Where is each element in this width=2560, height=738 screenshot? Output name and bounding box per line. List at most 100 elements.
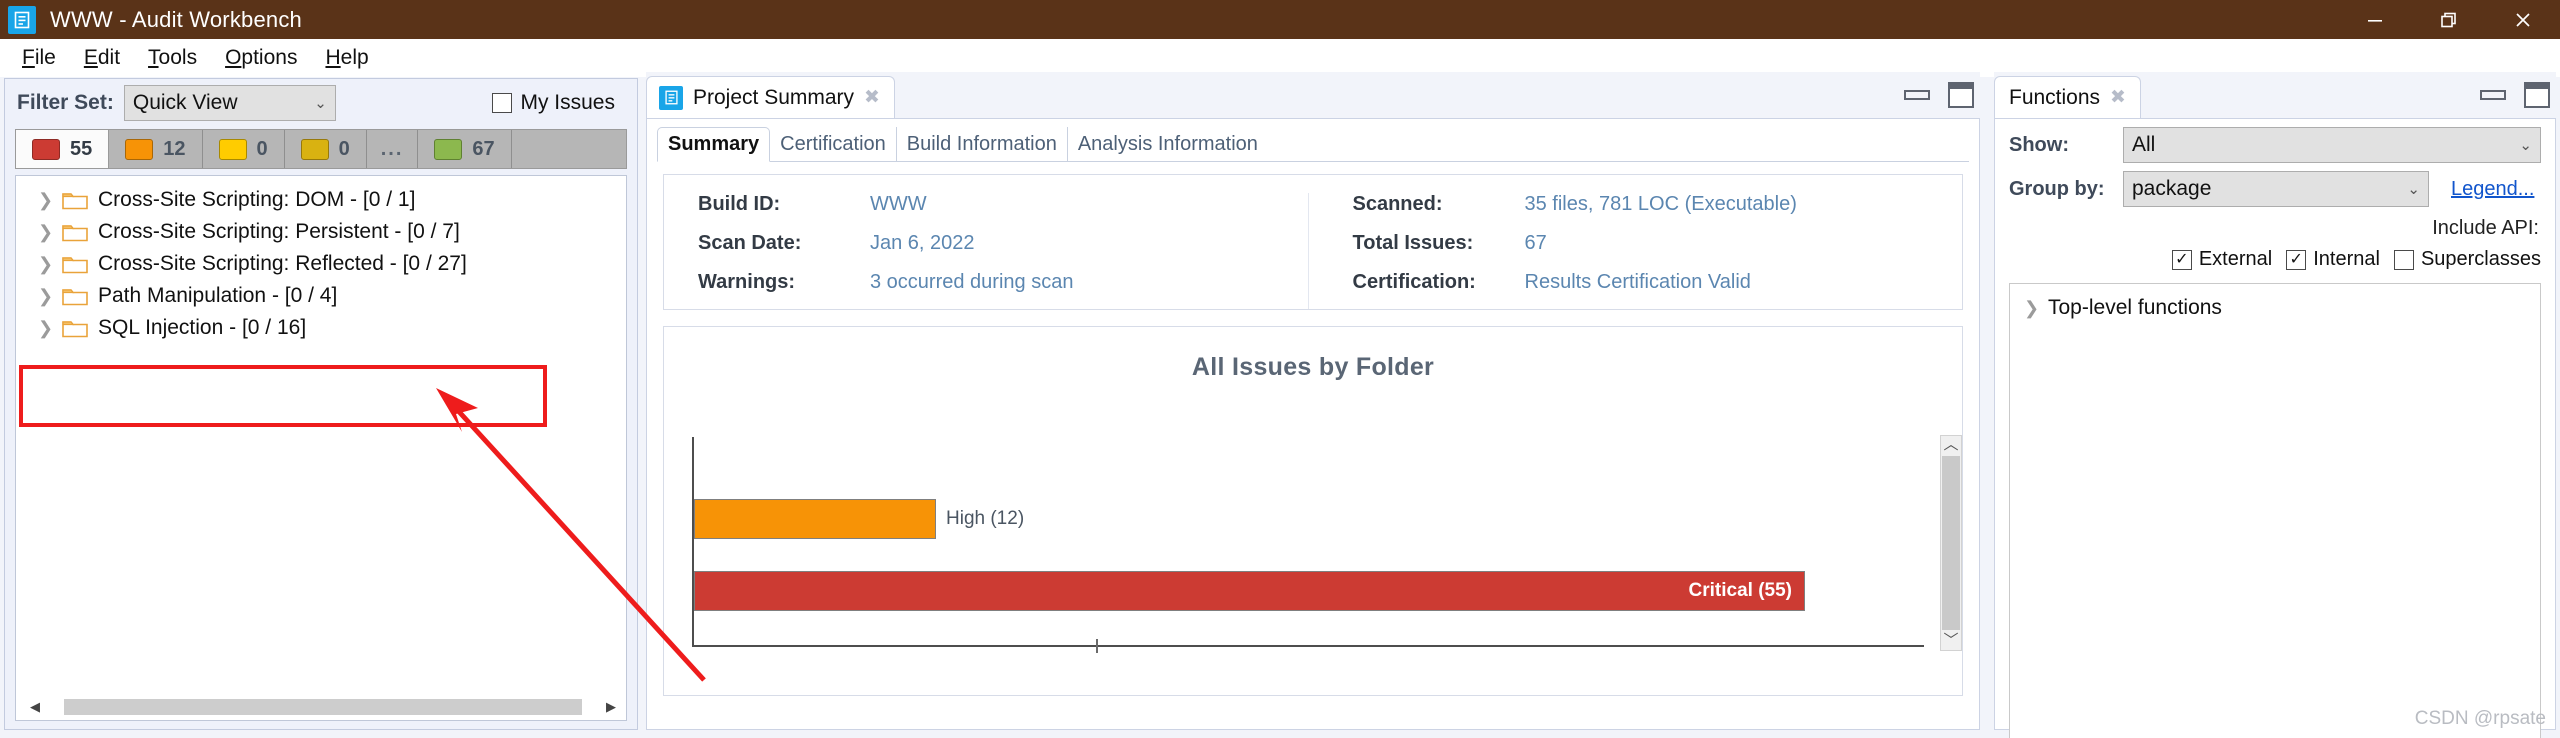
my-issues-checkbox[interactable]: My Issues — [492, 91, 615, 115]
issues-tree-list: ❯ Cross-Site Scripting: DOM - [0 / 1] ❯ … — [16, 180, 626, 344]
tab-functions[interactable]: Functions ✖ — [1994, 76, 2141, 118]
total-issues-value: 67 — [1524, 232, 1547, 254]
functions-tree[interactable]: ❯ Top-level functions — [2009, 283, 2541, 738]
checkbox-superclasses[interactable]: Superclasses — [2393, 248, 2541, 271]
scroll-left-arrow-icon[interactable]: ◀ — [30, 699, 40, 715]
total-issues-label: Total Issues: — [1352, 232, 1474, 254]
severity-tab-medium[interactable]: 0 — [203, 130, 285, 168]
tree-row[interactable]: ❯ Cross-Site Scripting: Reflected - [0 /… — [16, 248, 626, 280]
tab-summary[interactable]: Summary — [657, 127, 771, 162]
chevron-right-icon[interactable]: ❯ — [38, 318, 53, 339]
functions-group-by-dropdown[interactable]: package ⌄ — [2123, 171, 2429, 207]
scroll-right-arrow-icon[interactable]: ▶ — [606, 699, 616, 715]
scroll-down-arrow-icon[interactable]: ﹀ — [1943, 632, 1958, 650]
superclasses-label: Superclasses — [2420, 248, 2541, 270]
show-dropdown[interactable]: All ⌄ — [2123, 127, 2541, 163]
folder-icon — [62, 222, 88, 242]
tree-row[interactable]: ❯ Cross-Site Scripting: DOM - [0 / 1] — [16, 184, 626, 216]
minimize-icon[interactable] — [2338, 0, 2412, 39]
chart-vertical-scrollbar[interactable]: ︿ ﹀ — [1940, 435, 1962, 651]
tab-build-information[interactable]: Build Information — [897, 127, 1068, 161]
show-value: All — [2132, 133, 2156, 156]
menu-item-help[interactable]: Help — [311, 44, 382, 72]
center-panel-window-buttons — [1904, 82, 1974, 108]
chevron-down-icon: ⌄ — [2407, 180, 2420, 198]
restore-icon[interactable] — [2412, 0, 2486, 39]
chevron-right-icon[interactable]: ❯ — [38, 286, 53, 307]
tree-row[interactable]: ❯ SQL Injection - [0 / 16] — [16, 312, 626, 344]
menu-tools-label: T — [148, 46, 159, 69]
tree-item-label: Cross-Site Scripting: Persistent - [0 / … — [98, 220, 460, 243]
tab-certification[interactable]: Certification — [770, 127, 897, 161]
checkbox-internal[interactable]: ✓ Internal — [2286, 248, 2380, 271]
scroll-track[interactable] — [64, 699, 582, 715]
chart-scroll-thumb[interactable] — [1942, 456, 1960, 630]
chart-bar-high[interactable] — [694, 499, 936, 539]
list-item[interactable]: ❯ Top-level functions — [2010, 292, 2540, 324]
chevron-right-icon[interactable]: ❯ — [38, 190, 53, 211]
include-api-checkboxes: ✓ External ✓ Internal Superclasses — [1995, 240, 2555, 271]
functions-tree-item-label: Top-level functions — [2048, 296, 2222, 319]
chevron-right-icon[interactable]: ❯ — [38, 254, 53, 275]
summary-sub-tabs: Summary Certification Build Information … — [647, 119, 1979, 162]
checkbox-external[interactable]: ✓ External — [2171, 248, 2272, 271]
info-row-certification: Certification: Results Certification Val… — [1353, 271, 1963, 310]
application-window: WWW - Audit Workbench File Edit Tools Op… — [0, 0, 2560, 738]
scan-date-value: Jan 6, 2022 — [870, 232, 975, 254]
severity-tab-low[interactable]: 0 — [285, 130, 367, 168]
severity-tab-all[interactable]: 67 — [418, 130, 512, 168]
chart-title: All Issues by Folder — [1191, 353, 1435, 381]
minimize-icon[interactable] — [1904, 90, 1930, 100]
app-document-icon — [8, 5, 36, 34]
menu-edit-label: E — [83, 46, 98, 69]
filter-set-value: Quick View — [132, 91, 238, 114]
menu-item-file[interactable]: File — [8, 44, 70, 72]
minimize-icon[interactable] — [2480, 90, 2506, 100]
close-icon[interactable]: ✖ — [2110, 86, 2126, 109]
tree-item-label: Path Manipulation - [0 / 4] — [98, 284, 338, 307]
build-id-value: WWW — [870, 193, 927, 215]
info-row-build-id: Build ID: WWW — [698, 193, 1308, 232]
maximize-icon[interactable] — [1948, 82, 1974, 108]
tab-analysis-information[interactable]: Analysis Information — [1068, 127, 1268, 161]
internal-checkbox-box: ✓ — [2286, 249, 2307, 270]
severity-tab-critical[interactable]: 55 — [16, 130, 110, 168]
severity-tab-high[interactable]: 12 — [109, 130, 203, 168]
severity-swatch-all — [434, 138, 463, 160]
severity-tabs-filler — [512, 130, 626, 168]
functions-group-by-value: package — [2132, 177, 2212, 200]
chevron-right-icon[interactable]: ❯ — [2024, 298, 2039, 319]
scanned-value: 35 files, 781 LOC (Executable) — [1524, 193, 1797, 215]
chevron-right-icon[interactable]: ❯ — [38, 222, 53, 243]
project-summary-panel: Project Summary ✖ Summary Certification … — [646, 72, 1980, 730]
menu-item-options[interactable]: Options — [211, 44, 311, 72]
chart-bar-critical[interactable]: Critical (55) — [694, 571, 1805, 611]
project-summary-body: Summary Certification Build Information … — [646, 118, 1980, 730]
severity-tab-overflow[interactable]: ... — [367, 130, 419, 168]
menu-item-tools[interactable]: Tools — [134, 44, 211, 72]
tab-label: Functions — [2009, 85, 2101, 109]
filter-set-dropdown[interactable]: Quick View ⌄ — [123, 85, 336, 121]
info-row-total-issues: Total Issues: 67 — [1353, 232, 1963, 271]
close-icon[interactable]: ✖ — [864, 86, 880, 109]
maximize-icon[interactable] — [2524, 82, 2550, 108]
tab-project-summary[interactable]: Project Summary ✖ — [646, 76, 895, 118]
issues-by-folder-chart: All Issues by Folder High (12) Critical … — [663, 326, 1963, 696]
info-row-warnings: Warnings: 3 occurred during scan — [698, 271, 1308, 310]
warnings-value[interactable]: 3 occurred during scan — [870, 271, 1073, 294]
close-icon[interactable] — [2486, 0, 2560, 39]
menu-item-edit[interactable]: Edit — [70, 44, 134, 72]
show-row: Show: All ⌄ — [1995, 119, 2555, 163]
chart-x-axis — [692, 645, 1924, 647]
certification-value: Results Certification Valid — [1524, 271, 1751, 293]
severity-count-all: 67 — [472, 137, 495, 160]
severity-count-high: 12 — [163, 137, 186, 160]
functions-panel-body: Show: All ⌄ Group by: package ⌄ Legend..… — [1994, 118, 2556, 738]
horizontal-scrollbar[interactable]: ◀ ▶ — [30, 698, 616, 716]
issues-tree[interactable]: ❯ Cross-Site Scripting: DOM - [0 / 1] ❯ … — [15, 175, 627, 721]
legend-link[interactable]: Legend... — [2451, 178, 2534, 201]
tree-row[interactable]: ❯ Cross-Site Scripting: Persistent - [0 … — [16, 216, 626, 248]
filter-set-row: Filter Set: Quick View ⌄ My Issues — [5, 79, 637, 127]
tree-row[interactable]: ❯ Path Manipulation - [0 / 4] — [16, 280, 626, 312]
scroll-up-arrow-icon[interactable]: ︿ — [1943, 436, 1958, 454]
